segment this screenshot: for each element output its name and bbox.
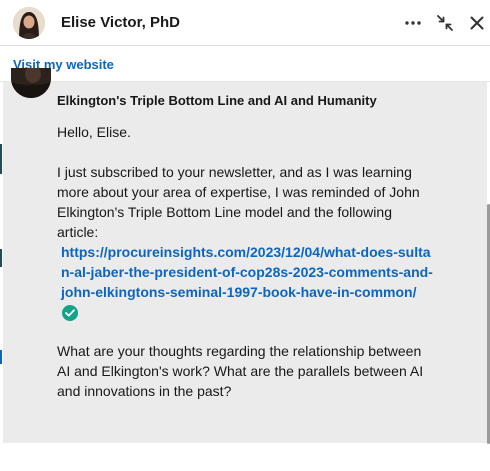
sender-avatar[interactable] [11,68,51,98]
conversation-header: Elise Victor, PhD [0,0,490,46]
minimize-button[interactable] [431,9,459,37]
message-greeting: Hello, Elise. [57,124,131,140]
message-paragraph: I just subscribed to your newsletter, an… [57,164,420,240]
more-options-button[interactable] [399,9,427,37]
message-thread[interactable]: Elkington's Triple Bottom Line and AI an… [0,68,490,471]
edge-mark [0,144,2,174]
message-bubble: Elkington's Triple Bottom Line and AI an… [3,68,487,443]
thread-footer-space [0,443,487,471]
collapse-arrows-icon [436,14,454,32]
check-circle-icon [62,305,78,321]
profile-subbar: Visit my website [0,46,490,82]
contact-name[interactable]: Elise Victor, PhD [61,14,180,32]
edge-mark [0,350,2,364]
article-link[interactable]: https://procureinsights.com/2023/12/04/w… [61,242,433,302]
message-subject: Elkington's Triple Bottom Line and AI an… [57,93,377,108]
messaging-window: Elise Victor, PhD Visit my website Elkin… [0,0,490,471]
edge-mark [0,249,2,267]
close-button[interactable] [463,9,490,37]
close-icon [470,16,484,30]
message-paragraph: What are your thoughts regarding the rel… [57,343,424,399]
avatar[interactable] [13,7,45,39]
more-horizontal-icon [405,21,421,25]
message-body: Hello, Elise. I just subscribed to your … [57,122,435,401]
